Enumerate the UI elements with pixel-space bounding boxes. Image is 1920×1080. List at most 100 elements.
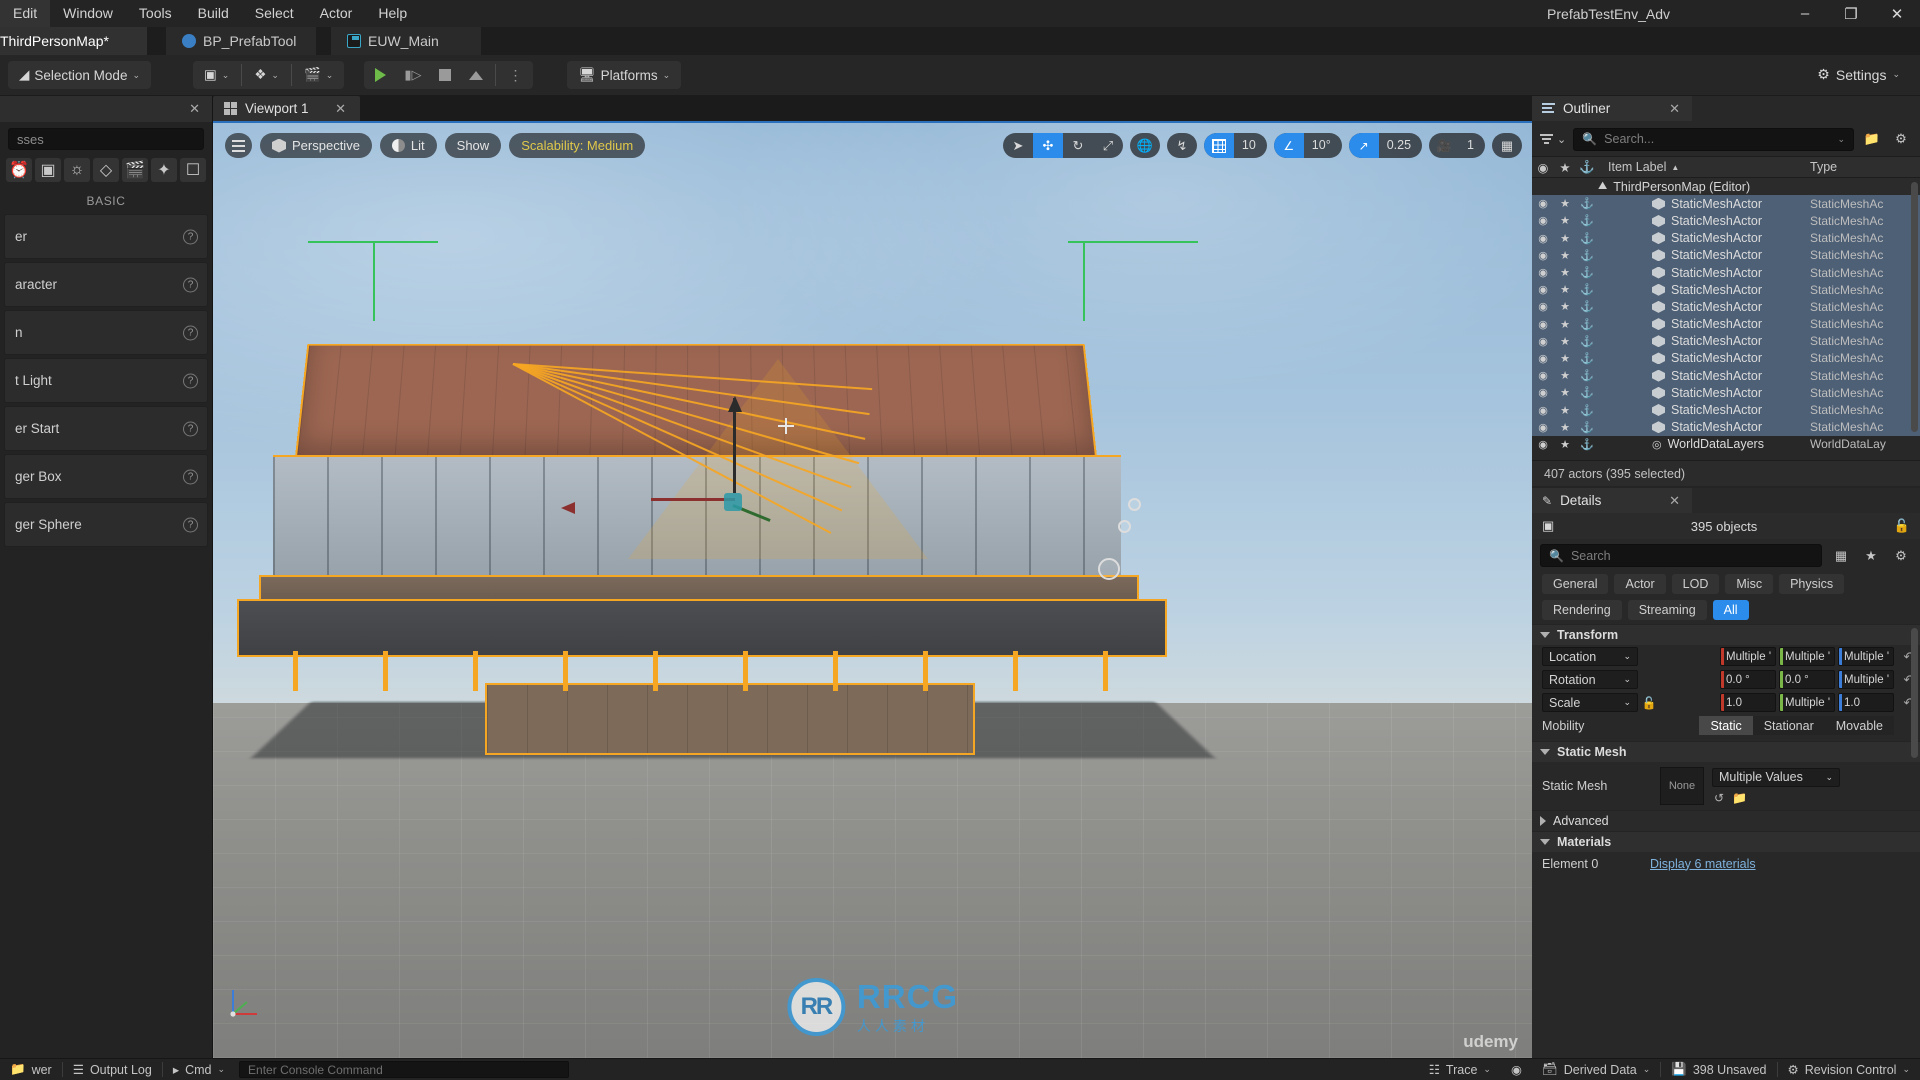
rotation-y-input[interactable]: 0.0 ° [1779,670,1835,689]
location-z-input[interactable]: Multiple ' [1838,647,1894,666]
shapes-icon[interactable]: ◇ [93,158,119,182]
blueprints-button[interactable]: ❖ ⌄ [245,62,288,88]
scale-tool-button[interactable]: ⤢ [1093,133,1123,158]
place-actor-item[interactable]: t Light? [4,358,208,403]
content-drawer-button[interactable]: 📁 wer [0,1059,62,1080]
use-selected-asset-icon[interactable]: 📁 [1732,791,1747,805]
visibility-toggle-icon[interactable]: ◉ [1532,197,1554,210]
outliner-row[interactable]: ◉ ★ ⚓ StaticMeshActor StaticMeshAc [1532,246,1920,264]
outliner-row[interactable]: ◉ ★ ⚓ StaticMeshActor StaticMeshAc [1532,263,1920,282]
outliner-row[interactable]: ◉ ★ ⚓ StaticMeshActor StaticMeshAc [1532,367,1920,385]
basic-icon[interactable]: ▣ [35,158,61,182]
pinned-column-header[interactable]: ★ [1554,160,1576,175]
pin-icon[interactable]: ★ [1554,266,1576,279]
item-label-column-header[interactable]: Item Label ▲ [1598,160,1810,174]
pin-icon[interactable]: ★ [1554,197,1576,210]
network-status[interactable]: ◉ [1501,1059,1532,1080]
display-materials-link[interactable]: Display 6 materials [1650,857,1756,871]
mobility-option-stationar[interactable]: Stationar [1752,716,1825,735]
pin-icon[interactable]: ★ [1554,352,1576,365]
help-icon[interactable]: ? [183,469,198,484]
column-layout-icon[interactable]: ▦ [1830,548,1852,564]
close-icon[interactable]: ✕ [335,101,346,117]
world-coordinate-button[interactable]: 🌐 [1129,133,1160,158]
lock-icon[interactable]: ⚓ [1576,283,1598,296]
outliner-row[interactable]: ◉ ★ ⚓ StaticMeshActor StaticMeshAc [1532,195,1920,213]
cmd-dropdown[interactable]: ▸ Cmd ⌄ [163,1059,235,1080]
help-icon[interactable]: ? [183,229,198,244]
lock-icon[interactable]: ⚓ [1576,421,1598,434]
lock-icon[interactable]: ⚓ [1576,369,1598,382]
pin-icon[interactable]: ★ [1554,300,1576,313]
viewport-layouts-button[interactable]: ▦ [1492,133,1522,158]
details-category-misc[interactable]: Misc [1725,574,1774,594]
visibility-toggle-icon[interactable]: ◉ [1532,421,1554,434]
step-button[interactable]: ▮▷ [395,62,430,88]
visibility-column-header[interactable]: ◉ [1532,160,1554,175]
pin-icon[interactable]: ★ [1554,249,1576,262]
filter-icon[interactable]: ⌄ [1540,133,1566,146]
visibility-toggle-icon[interactable]: ◉ [1532,232,1554,245]
outliner-row[interactable]: ◉ ★ ⚓ StaticMeshActor StaticMeshAc [1532,229,1920,247]
lights-icon[interactable]: ☼ [64,158,90,182]
viewport-menu-icon[interactable] [225,133,252,158]
quick-add-actor-button[interactable]: ▣ ⌄ [195,62,238,88]
mobility-option-static[interactable]: Static [1699,716,1753,735]
visibility-toggle-icon[interactable]: ◉ [1532,214,1554,227]
visibility-toggle-icon[interactable]: ◉ [1532,369,1554,382]
details-tab[interactable]: ✎ Details ✕ [1532,488,1692,513]
place-actor-item[interactable]: ger Box? [4,454,208,499]
outliner-search-input[interactable]: 🔍 Search... ⌄ [1573,127,1854,151]
menu-item-tools[interactable]: Tools [126,0,185,27]
pin-icon[interactable]: ★ [1554,404,1576,417]
mobility-option-movable[interactable]: Movable [1824,716,1894,735]
tab-bp-prefabtool[interactable]: BP_PrefabTool [166,27,316,55]
angle-snap-control[interactable]: ∠ 10° [1273,133,1342,158]
scale-x-input[interactable]: 1.0 [1720,693,1776,712]
visibility-toggle-icon[interactable]: ◉ [1532,283,1554,296]
visibility-toggle-icon[interactable]: ◉ [1532,300,1554,313]
derived-data-button[interactable]: 🗃 Derived Data ⌄ [1532,1059,1660,1080]
pin-icon[interactable]: ★ [1554,214,1576,227]
outliner-row[interactable]: ◉ ★ ⚓ StaticMeshActor StaticMeshAc [1532,401,1920,419]
browse-to-asset-icon[interactable]: ↺ [1714,791,1724,805]
view-mode-button[interactable]: Lit [379,133,437,158]
lock-column-header[interactable]: ⚓ [1576,160,1598,175]
outliner-root-row[interactable]: ⛰ ThirdPersonMap (Editor) [1532,178,1920,196]
cinematics-button[interactable]: 🎬 ⌄ [295,62,342,88]
play-button[interactable] [366,62,395,88]
scale-y-input[interactable]: Multiple ' [1779,693,1835,712]
outliner-row-list[interactable]: ⛰ ThirdPersonMap (Editor) ◉ ★ ⚓ StaticMeshAct… [1532,178,1920,460]
details-category-physics[interactable]: Physics [1779,574,1845,594]
lock-icon[interactable]: ⚓ [1576,386,1598,399]
settings-gear-icon[interactable]: ⚙ [1890,131,1912,147]
visibility-toggle-icon[interactable]: ◉ [1532,318,1554,331]
visibility-toggle-icon[interactable]: ◉ [1532,404,1554,417]
outliner-tab[interactable]: Outliner ✕ [1532,96,1692,121]
gizmo-x-axis[interactable] [561,498,735,514]
chevron-down-icon[interactable]: ⌄ [1837,134,1845,145]
unlock-icon[interactable]: 🔓 [1894,518,1910,534]
pin-icon[interactable]: ★ [1554,335,1576,348]
outliner-row[interactable]: ◉ ★ ⚓ StaticMeshActor StaticMeshAc [1532,418,1920,436]
outliner-row[interactable]: ◉ ★ ⚓ StaticMeshActor StaticMeshAc [1532,384,1920,402]
scale-z-input[interactable]: 1.0 [1838,693,1894,712]
gizmo-z-axis[interactable] [728,396,742,493]
settings-gear-icon[interactable]: ⚙ [1890,548,1912,564]
details-category-general[interactable]: General [1542,574,1609,594]
rotation-z-input[interactable]: Multiple ' [1838,670,1894,689]
menu-item-select[interactable]: Select [242,0,307,27]
advanced-section-header[interactable]: Advanced [1532,810,1920,831]
platforms-button[interactable]: 🖥 Platforms ⌄ [569,62,679,88]
outliner-row[interactable]: ◉ ★ ⚓ StaticMeshActor StaticMeshAc [1532,332,1920,350]
revision-control-button[interactable]: ⚙ Revision Control ⌄ [1778,1059,1920,1080]
outliner-row[interactable]: ◉ ★ ⚓ ◎ WorldDataLayers WorldDataLay [1532,436,1920,453]
place-actor-item[interactable]: n? [4,310,208,355]
menu-item-build[interactable]: Build [185,0,242,27]
place-actor-item[interactable]: er? [4,214,208,259]
details-scrollbar[interactable] [1911,628,1918,758]
rotation-dropdown[interactable]: Rotation ⌄ [1542,670,1638,689]
rotation-x-input[interactable]: 0.0 ° [1720,670,1776,689]
details-category-rendering[interactable]: Rendering [1542,600,1622,620]
pin-icon[interactable]: ★ [1554,283,1576,296]
